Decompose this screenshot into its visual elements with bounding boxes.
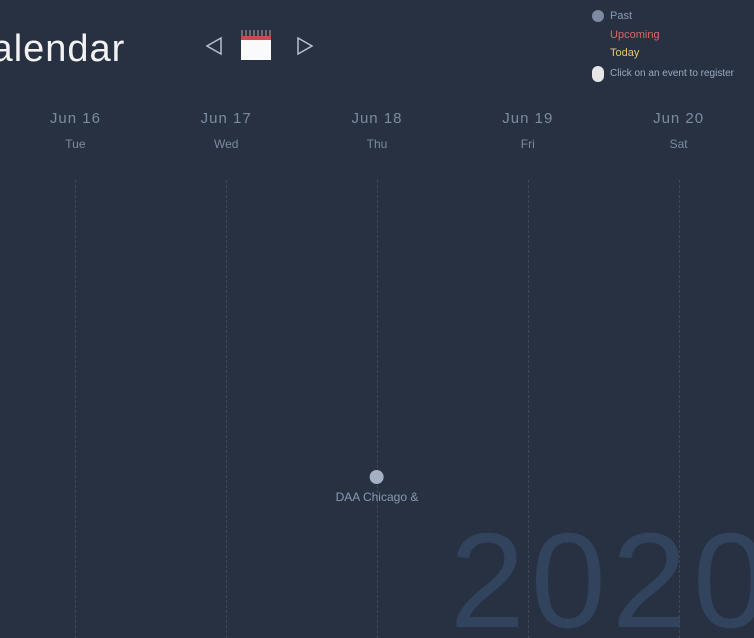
page-title: ts Calendar <box>0 28 125 71</box>
next-button[interactable] <box>294 36 314 56</box>
day-column: Jun 20 Sat <box>603 110 754 638</box>
legend-click-hint: Click on an event to register <box>592 66 734 82</box>
day-divider <box>679 180 680 638</box>
calendar-days: Jun 16 Tue Jun 17 Wed Jun 18 Thu DAA Chi… <box>0 110 754 638</box>
day-divider <box>226 180 227 638</box>
legend-today: Today <box>592 45 734 62</box>
prev-button[interactable] <box>205 36 225 56</box>
legend-past-label: Past <box>610 8 632 25</box>
day-divider <box>377 180 378 638</box>
event-title: DAA Chicago & <box>336 490 419 504</box>
day-dow: Wed <box>151 137 302 151</box>
event-dot-icon <box>370 470 384 484</box>
legend-click-text: Click on an event to register <box>610 66 734 81</box>
calendar-event[interactable]: DAA Chicago & <box>336 470 419 504</box>
day-date: Jun 20 <box>603 110 754 127</box>
day-divider <box>528 180 529 638</box>
prev-triangle-icon <box>205 36 225 56</box>
legend-today-label: Today <box>610 45 639 62</box>
day-dow: Tue <box>0 137 151 151</box>
dot-icon <box>592 10 604 22</box>
day-date: Jun 17 <box>151 110 302 127</box>
day-column: Jun 18 Thu DAA Chicago & <box>302 110 453 638</box>
day-date: Jun 19 <box>452 110 603 127</box>
day-divider <box>75 180 76 638</box>
day-date: Jun 18 <box>302 110 453 127</box>
day-column: Jun 16 Tue <box>0 110 151 638</box>
next-triangle-icon <box>294 36 314 56</box>
pill-icon <box>592 66 604 82</box>
day-column: Jun 17 Wed <box>151 110 302 638</box>
today-button[interactable] <box>241 30 271 60</box>
legend: Past Upcoming Today Click on an event to… <box>592 8 734 82</box>
day-dow: Fri <box>452 137 603 151</box>
day-date: Jun 16 <box>0 110 151 127</box>
day-dow: Thu <box>302 137 453 151</box>
day-column: Jun 19 Fri <box>452 110 603 638</box>
notepad-icon <box>241 30 271 60</box>
day-dow: Sat <box>603 137 754 151</box>
legend-upcoming: Upcoming <box>592 27 734 44</box>
legend-upcoming-label: Upcoming <box>610 27 660 44</box>
legend-past: Past <box>592 8 734 25</box>
